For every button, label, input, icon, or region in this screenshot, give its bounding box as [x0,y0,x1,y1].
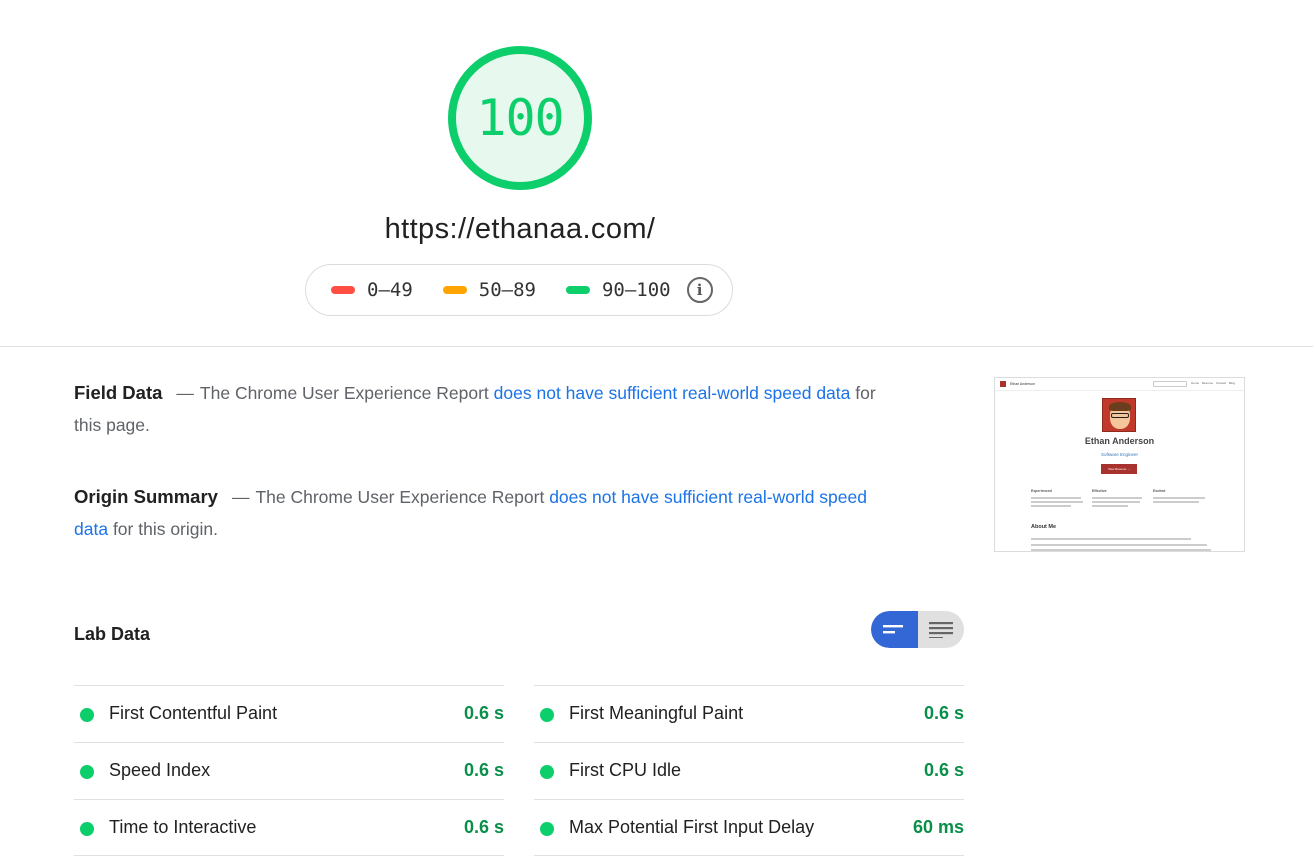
metric-label: Max Potential First Input Delay [569,817,815,837]
pass-status-icon [540,765,554,779]
thumb-column-heading: Experienced [1031,489,1052,493]
legend-label: 0–49 [367,279,413,301]
pass-status-icon [80,765,94,779]
field-data-dash: — [176,383,194,403]
thumb-avatar [1102,398,1136,432]
score-value: 100 [476,89,564,147]
legend-label: 90–100 [601,279,671,301]
pass-status-icon [540,708,554,722]
thumb-column: Effective [1092,489,1148,509]
metric-label: First Meaningful Paint [569,703,744,723]
metric-label: First Contentful Paint [109,703,278,723]
origin-summary-heading: Origin Summary [74,486,218,507]
thumb-text-line [1031,501,1083,503]
metric-value: 0.6 s [923,760,964,780]
thumb-nav-links: Home Resume Contact Blog [1191,381,1236,385]
legend-swatch-orange [442,286,467,294]
field-data-section: Field Data — The Chrome User Experience Re… [74,377,894,441]
list-view-icon [928,621,953,638]
thumb-search-box [1153,381,1187,387]
metric-label: First CPU Idle [569,760,682,780]
metric-row: First Meaningful Paint 0.6 s [534,685,964,742]
thumb-text-line [1092,501,1140,503]
pass-status-icon [80,822,94,836]
summary-view-button[interactable] [871,611,918,648]
metric-value: 0.6 s [463,760,504,780]
tested-url: https://ethanaa.com/ [384,213,656,245]
metric-value: 60 ms [912,817,964,837]
field-data-link[interactable]: does not have sufficient real-world spee… [494,383,851,403]
legend-item-pass: 90–100 [565,279,671,301]
info-icon[interactable]: i [686,277,713,303]
metric-row: Speed Index 0.6 s [74,742,504,799]
metrics-view-toggle [871,611,964,648]
legend-label: 50–89 [478,279,536,301]
legend-swatch-green [565,286,590,294]
final-screenshot-thumbnail: Ethan Anderson Home Resume Contact Blog … [994,377,1245,552]
list-view-button[interactable] [918,611,965,648]
avatar-hair [1109,402,1131,411]
origin-summary-dash: — [231,487,250,507]
field-data-heading: Field Data [74,382,163,403]
metric-value: 0.6 s [463,703,504,723]
metrics-column-right: First Meaningful Paint 0.6 s First CPU I… [534,685,964,856]
score-gauge: 100 [444,42,596,194]
thumb-text-line [1092,505,1128,507]
metric-row: Max Potential First Input Delay 60 ms [534,799,964,856]
thumb-resume-button: View Resume → [1101,464,1137,474]
thumb-about-heading: About Me [1031,524,1057,530]
thumb-logo [1000,381,1006,387]
thumb-column-heading: Excited [1153,489,1166,493]
thumb-text-line [1153,501,1199,503]
lab-data-heading: Lab Data [74,624,151,644]
thumb-role: Software Engineer [1100,452,1139,457]
field-data-pre: The Chrome User Experience Report [199,383,489,403]
metric-label: Speed Index [109,760,211,780]
thumb-name: Ethan Anderson [1084,436,1155,446]
thumb-text-line [1153,497,1205,499]
origin-summary-section: Origin Summary — The Chrome User Experienc… [74,481,894,545]
metric-row: First Contentful Paint 0.6 s [74,685,504,742]
metric-label: Time to Interactive [109,817,257,837]
metrics-column-left: First Contentful Paint 0.6 s Speed Index… [74,685,504,856]
legend-swatch-red [331,286,355,294]
metric-value: 0.6 s [923,703,964,723]
thumb-text-line [1031,497,1081,499]
thumb-site-title: Ethan Anderson [1010,382,1035,386]
legend-item-average: 50–89 [442,279,536,301]
thumb-navbar: Ethan Anderson Home Resume Contact Blog [995,378,1244,391]
thumb-text-line [1092,497,1142,499]
pass-status-icon [540,822,554,836]
legend-item-fail: 0–49 [331,279,413,301]
thumb-text-line [1031,505,1071,507]
score-legend: 0–49 50–89 90–100 i [305,264,733,316]
origin-summary-pre: The Chrome User Experience Report [255,487,545,507]
thumb-text-line [1031,549,1211,551]
metric-row: First CPU Idle 0.6 s [534,742,964,799]
avatar-glasses [1111,413,1129,418]
metric-value: 0.6 s [463,817,504,837]
pagespeed-report: 100 https://ethanaa.com/ 0–49 50–89 90–1… [0,0,1313,866]
metric-row: Time to Interactive 0.6 s [74,799,504,856]
thumb-column: Experienced [1031,489,1087,509]
header-divider [0,346,1313,347]
thumb-column: Excited [1153,489,1209,505]
summary-view-icon [883,624,904,633]
thumb-text-line [1031,544,1207,546]
pass-status-icon [80,708,94,722]
origin-summary-post: for this origin. [112,519,218,539]
thumb-column-heading: Effective [1092,489,1107,493]
thumb-text-line [1031,538,1191,540]
